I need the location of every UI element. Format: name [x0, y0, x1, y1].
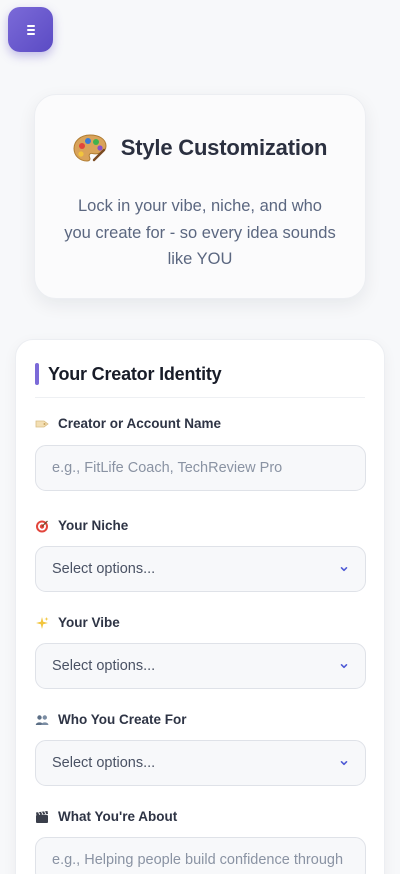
niche-label-text: Your Niche	[58, 518, 129, 533]
label-tag-icon	[35, 420, 49, 427]
target-icon	[36, 520, 48, 532]
vibe-label-text: Your Vibe	[58, 615, 120, 630]
audience-select[interactable]: Select options...	[35, 740, 366, 786]
style-customization-page: Style Customization Lock in your vibe, n…	[0, 0, 400, 874]
divider	[35, 397, 365, 398]
people-icon	[35, 714, 49, 725]
niche-label: Your Niche	[35, 518, 128, 533]
menu-icon	[26, 24, 35, 35]
page-title: Style Customization	[120, 135, 328, 160]
audience-select-value: Select options...	[52, 755, 156, 771]
audience-label-text: Who You Create For	[58, 712, 187, 727]
sparkles-icon	[36, 616, 49, 629]
creator-name-label: Creator or Account Name	[35, 416, 221, 431]
section-header: Your Creator Identity	[35, 363, 365, 385]
niche-select-value: Select options...	[52, 561, 156, 577]
chevron-down-icon	[340, 761, 348, 766]
audience-label: Who You Create For	[35, 712, 187, 727]
vibe-select-value: Select options...	[52, 658, 156, 674]
creator-identity-card: Your Creator Identity Creator or Account…	[15, 339, 385, 874]
about-input[interactable]	[35, 837, 366, 874]
hero-title-row: Style Customization	[35, 133, 365, 163]
about-label-text: What You're About	[58, 809, 178, 824]
chevron-down-icon	[340, 567, 348, 572]
page-subtitle: Lock in your vibe, niche, and who you cr…	[64, 197, 336, 268]
palette-icon	[73, 134, 107, 162]
section-title: Your Creator Identity	[48, 363, 222, 384]
clapper-board-icon	[36, 810, 48, 823]
menu-button[interactable]	[8, 7, 53, 52]
hero-card: Style Customization Lock in your vibe, n…	[34, 94, 366, 299]
about-label: What You're About	[35, 809, 177, 824]
creator-name-label-text: Creator or Account Name	[58, 416, 222, 431]
niche-select[interactable]: Select options...	[35, 546, 366, 592]
vibe-label: Your Vibe	[35, 615, 120, 630]
creator-name-input[interactable]	[35, 445, 366, 491]
chevron-down-icon	[340, 664, 348, 669]
vibe-select[interactable]: Select options...	[35, 643, 366, 689]
